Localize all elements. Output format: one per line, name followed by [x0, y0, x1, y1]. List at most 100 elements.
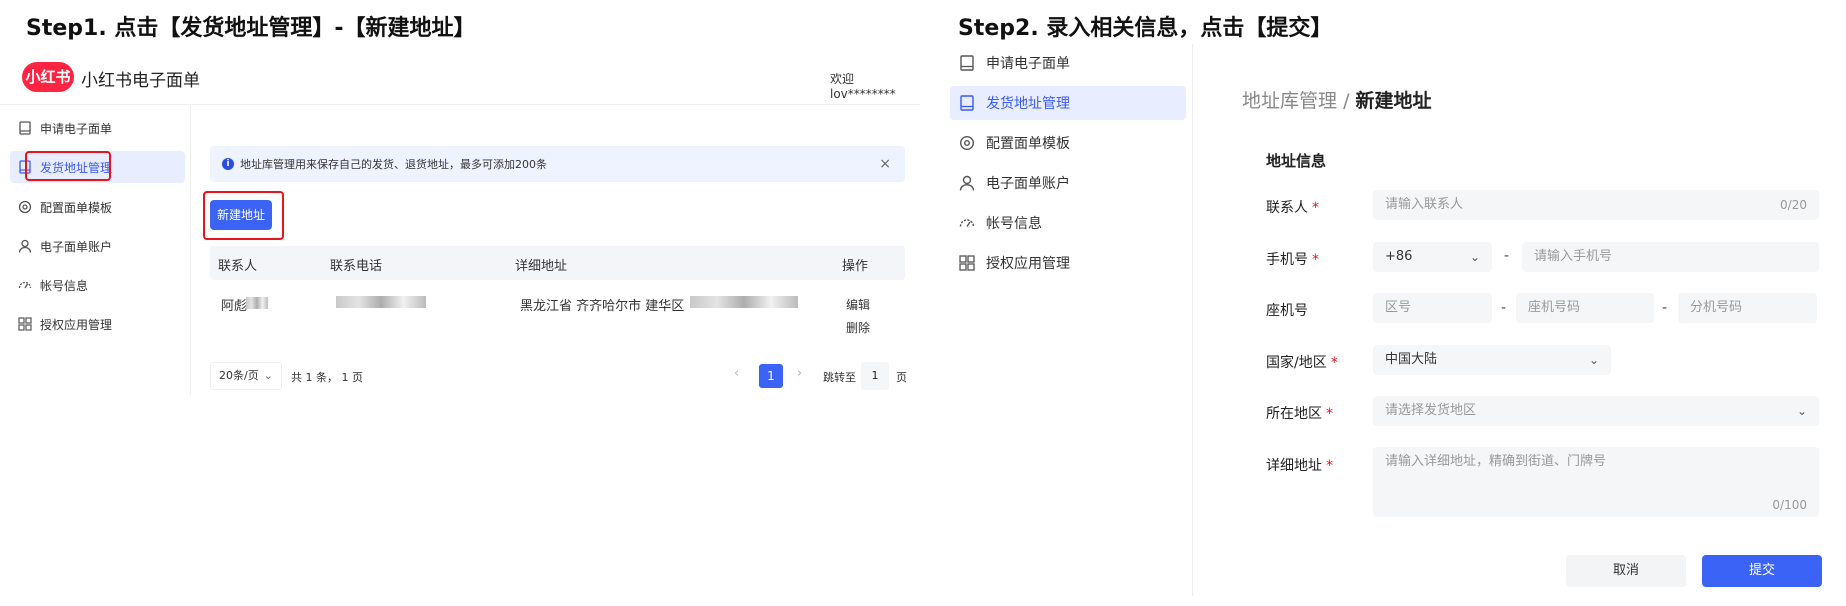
breadcrumb: 地址库管理 / 新建地址 [1242, 86, 1432, 113]
contact-placeholder: 请输入联系人 [1385, 197, 1464, 212]
extension-placeholder: 分机号码 [1690, 300, 1743, 315]
book-icon [958, 54, 976, 72]
redaction [336, 296, 426, 308]
area-code-input[interactable]: 区号 [1373, 293, 1492, 323]
step1-screenshot: 小红书 小红书电子面单 欢迎 lov******** 申请电子面单 发货地址管理… [0, 0, 920, 606]
sidebar-item-info[interactable]: 帐号信息 [10, 269, 185, 301]
col-phone: 联系电话 [330, 259, 383, 274]
redaction [690, 296, 798, 308]
jump-input[interactable]: 1 [861, 362, 889, 390]
country-select[interactable]: 中国大陆 ⌄ [1373, 345, 1611, 375]
region-placeholder: 请选择发货地区 [1385, 403, 1477, 418]
prev-page-icon[interactable]: ‹ [734, 366, 739, 381]
extension-input[interactable]: 分机号码 [1678, 293, 1817, 323]
book-icon [18, 121, 32, 135]
dash-separator: - [1662, 300, 1668, 316]
welcome-user[interactable]: 欢迎 lov******** [830, 70, 920, 101]
cancel-button[interactable]: 取消 [1566, 555, 1686, 587]
page-size-select[interactable]: 20条/页 ⌄ [210, 362, 282, 390]
sidebar-item-apps[interactable]: 授权应用管理 [950, 246, 1186, 280]
sidebar-divider [1192, 44, 1193, 596]
table-header: 联系人 联系电话 详细地址 操作 [210, 246, 905, 280]
sidebar-item-label: 授权应用管理 [986, 256, 1070, 272]
sidebar-item-label: 配置面单模板 [986, 136, 1070, 152]
landline-input[interactable]: 座机号码 [1516, 293, 1654, 323]
cell-contact: 阿彪 [221, 299, 248, 314]
chevron-down-icon: ⌄ [263, 369, 273, 382]
required-mark: * [1312, 252, 1319, 268]
gear-icon [18, 200, 32, 214]
sidebar-item-label: 配置面单模板 [40, 200, 113, 215]
contact-label: 联系人 * [1266, 197, 1319, 217]
required-mark: * [1326, 406, 1333, 422]
user-icon [958, 174, 976, 192]
detail-textarea[interactable]: 请输入详细地址，精确到街道、门牌号 0/100 [1373, 447, 1819, 517]
detail-counter: 0/100 [1772, 498, 1807, 512]
gear-icon [958, 134, 976, 152]
grid-icon [18, 317, 32, 331]
phone-placeholder: 请输入手机号 [1534, 249, 1613, 264]
label-text: 手机号 [1266, 252, 1308, 268]
country-code-value: +86 [1385, 249, 1413, 264]
sidebar-item-label: 申请电子面单 [40, 121, 113, 136]
page-1[interactable]: 1 [759, 364, 783, 388]
sidebar-divider [190, 105, 191, 395]
sidebar-item-apply[interactable]: 申请电子面单 [10, 112, 185, 144]
sidebar-item-label: 授权应用管理 [40, 317, 113, 332]
landline-label: 座机号 [1266, 303, 1308, 319]
info-icon: i [222, 158, 234, 170]
cell-address: 黑龙江省 齐齐哈尔市 建华区 [520, 299, 685, 314]
step2-title: Step2. 录入相关信息，点击【提交】 [958, 16, 1333, 41]
label-text: 联系人 [1266, 200, 1308, 216]
dash-separator: - [1501, 300, 1507, 316]
sidebar-item-label: 发货地址管理 [986, 96, 1070, 112]
breadcrumb-current: 新建地址 [1355, 90, 1432, 112]
sidebar-item-account[interactable]: 电子面单账户 [10, 230, 185, 262]
header-divider [0, 104, 920, 105]
col-actions: 操作 [842, 259, 869, 274]
page-unit: 页 [896, 371, 907, 384]
book-icon [958, 94, 976, 112]
sidebar-item-apps[interactable]: 授权应用管理 [10, 308, 185, 340]
sidebar-item-label: 帐号信息 [986, 216, 1042, 232]
brand-logo: 小红书 [22, 62, 74, 92]
phone-input[interactable]: 请输入手机号 [1522, 242, 1819, 272]
sidebar-item-template[interactable]: 配置面单模板 [950, 126, 1186, 160]
area-placeholder: 区号 [1385, 300, 1412, 315]
close-icon[interactable]: × [879, 156, 891, 172]
highlight-box [203, 191, 284, 240]
label-text: 详细地址 [1266, 458, 1322, 474]
sidebar-item-label: 电子面单账户 [40, 239, 113, 254]
notice-text: 地址库管理用来保存自己的发货、退货地址，最多可添加200条 [240, 158, 547, 171]
contact-input[interactable]: 请输入联系人 0/20 [1373, 190, 1819, 220]
edit-link[interactable]: 编辑 [846, 296, 870, 313]
gauge-icon [18, 278, 32, 292]
contact-counter: 0/20 [1780, 198, 1807, 212]
sidebar-item-label: 申请电子面单 [986, 56, 1070, 72]
label-text: 所在地区 [1266, 406, 1322, 422]
required-mark: * [1312, 200, 1319, 216]
detail-placeholder: 请输入详细地址，精确到街道、门牌号 [1385, 454, 1607, 469]
sidebar-item-template[interactable]: 配置面单模板 [10, 191, 185, 223]
country-code-select[interactable]: +86 ⌄ [1373, 242, 1492, 272]
chevron-down-icon: ⌄ [1588, 353, 1599, 367]
section-title: 地址信息 [1266, 152, 1327, 170]
chevron-down-icon: ⌄ [1469, 250, 1480, 264]
sidebar-item-address[interactable]: 发货地址管理 [950, 86, 1186, 120]
detail-label: 详细地址 * [1266, 455, 1333, 475]
sidebar-item-apply[interactable]: 申请电子面单 [950, 46, 1186, 80]
sidebar-item-account[interactable]: 电子面单账户 [950, 166, 1186, 200]
breadcrumb-parent[interactable]: 地址库管理 [1242, 90, 1337, 112]
chevron-down-icon: ⌄ [1796, 404, 1807, 418]
next-page-icon[interactable]: › [797, 366, 802, 381]
submit-button[interactable]: 提交 [1702, 555, 1822, 587]
region-label: 所在地区 * [1266, 403, 1333, 423]
sidebar-item-label: 电子面单账户 [986, 176, 1070, 192]
delete-link[interactable]: 删除 [846, 319, 870, 336]
redaction [246, 297, 268, 309]
sidebar-item-info[interactable]: 帐号信息 [950, 206, 1186, 240]
region-select[interactable]: 请选择发货地区 ⌄ [1373, 396, 1819, 426]
jump-label: 跳转至 [823, 371, 856, 384]
highlight-box [25, 151, 111, 181]
country-value: 中国大陆 [1385, 352, 1438, 367]
